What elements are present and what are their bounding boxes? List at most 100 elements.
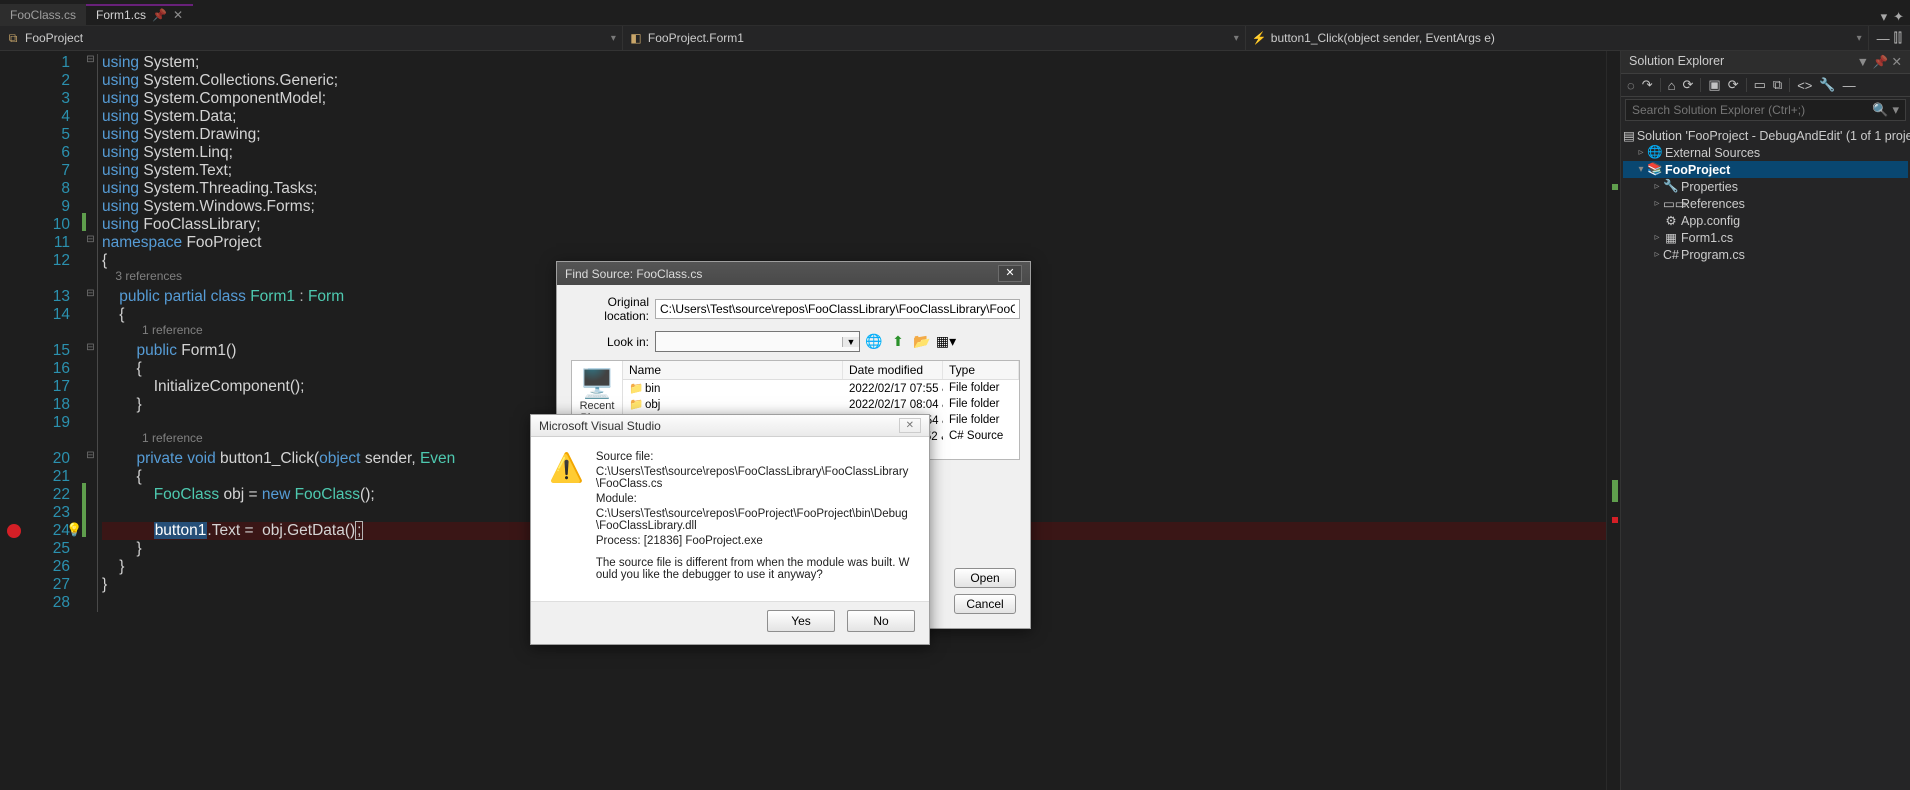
code-row[interactable]: using System.Threading.Tasks; (102, 180, 1620, 198)
code-row[interactable]: using System.Drawing; (102, 126, 1620, 144)
fold-toggle[interactable]: ⊟ (84, 234, 97, 252)
orig-location-input[interactable] (655, 299, 1020, 319)
code-row[interactable]: using System.Linq; (102, 144, 1620, 162)
code-row[interactable]: using FooClassLibrary; (102, 216, 1620, 234)
code-row[interactable]: using System.Windows.Forms; (102, 198, 1620, 216)
collapse-icon[interactable]: ▭ (1754, 77, 1766, 93)
tree-node[interactable]: ▹🌐External Sources (1623, 144, 1908, 161)
type-dropdown[interactable]: ◧ FooProject.Form1 ▾ (623, 26, 1246, 50)
pin-icon[interactable]: 📌 (152, 8, 167, 22)
tree-node[interactable]: ▹🔧Properties (1623, 178, 1908, 195)
tree-node[interactable]: ▾📚FooProject (1623, 161, 1908, 178)
back-icon[interactable]: ◌ (1627, 78, 1635, 93)
col-date[interactable]: Date modified (843, 361, 943, 379)
look-in-dropdown[interactable]: ▼ (655, 331, 860, 352)
fold-toggle[interactable] (84, 378, 97, 396)
fold-toggle[interactable] (84, 108, 97, 126)
fold-toggle[interactable] (84, 594, 97, 612)
back-icon[interactable]: 🌐 (864, 332, 884, 352)
no-button[interactable]: No (847, 610, 915, 632)
close-icon[interactable]: ✕ (899, 418, 921, 433)
refresh-icon[interactable]: ⟳ (1728, 77, 1739, 93)
properties-icon[interactable]: 🔧 (1819, 77, 1835, 93)
breakpoint-icon[interactable] (7, 524, 21, 538)
fold-toggle[interactable]: ⊟ (84, 342, 97, 360)
tree-node[interactable]: ▹▦Form1.cs (1623, 229, 1908, 246)
preview-icon[interactable]: — (1843, 78, 1856, 93)
solution-tree[interactable]: ▤Solution 'FooProject - DebugAndEdit' (1… (1621, 123, 1910, 790)
chevron-down-icon[interactable]: ▾ (1892, 102, 1899, 118)
col-name[interactable]: Name (623, 361, 843, 379)
dialog-titlebar[interactable]: Microsoft Visual Studio ✕ (531, 415, 929, 437)
code-row[interactable]: using System.Collections.Generic; (102, 72, 1620, 90)
chevron-down-icon[interactable]: ▼ (842, 337, 859, 347)
search-icon[interactable]: 🔍 (1872, 102, 1888, 118)
expander-icon[interactable]: ▹ (1651, 181, 1663, 192)
fold-toggle[interactable] (84, 306, 97, 324)
member-dropdown[interactable]: ⚡ button1_Click(object sender, EventArgs… (1246, 26, 1869, 50)
fold-toggle[interactable] (84, 252, 97, 270)
tree-node[interactable]: ⚙App.config (1623, 212, 1908, 229)
pin-icon[interactable]: ▼ 📌 ✕ (1857, 54, 1902, 70)
split-vertical-icon[interactable]: ⫿⫿ (1894, 30, 1902, 46)
code-row[interactable]: using System.Text; (102, 162, 1620, 180)
code-row[interactable]: using System.Data; (102, 108, 1620, 126)
file-row[interactable]: 📁bin2022/02/17 07:55 بFile folder (623, 380, 1019, 396)
fold-toggle[interactable] (84, 414, 97, 432)
file-row[interactable]: 📁obj2022/02/17 08:04 بFile folder (623, 396, 1019, 412)
fold-toggle[interactable]: ⊟ (84, 54, 97, 72)
code-row[interactable]: namespace FooProject (102, 234, 1620, 252)
tab-form1[interactable]: Form1.cs 📌 ✕ (86, 4, 193, 25)
tree-node[interactable]: ▹C#Program.cs (1623, 246, 1908, 263)
home-icon[interactable]: ⌂ (1668, 78, 1676, 93)
overview-ruler[interactable] (1606, 51, 1620, 790)
search-input[interactable] (1632, 103, 1872, 117)
yes-button[interactable]: Yes (767, 610, 835, 632)
view-code-icon[interactable]: <> (1797, 78, 1812, 93)
cancel-button[interactable]: Cancel (954, 594, 1016, 614)
fold-toggle[interactable] (84, 126, 97, 144)
col-type[interactable]: Type (943, 361, 1019, 379)
sync-icon[interactable]: ⟳ (1683, 77, 1694, 93)
fold-toggle[interactable] (84, 396, 97, 414)
dialog-titlebar[interactable]: Find Source: FooClass.cs ✕ (557, 262, 1030, 285)
look-in-label: Look in: (571, 335, 649, 349)
tree-node[interactable]: ▤Solution 'FooProject - DebugAndEdit' (1… (1623, 127, 1908, 144)
new-folder-icon[interactable]: 📂 (912, 332, 932, 352)
fold-toggle[interactable]: ⊟ (84, 288, 97, 306)
code-row[interactable]: using System.ComponentModel; (102, 90, 1620, 108)
open-button[interactable]: Open (954, 568, 1016, 588)
fold-toggle[interactable] (84, 360, 97, 378)
tab-overflow-icon[interactable]: ▾ (1881, 9, 1888, 25)
expander-icon[interactable]: ▹ (1651, 232, 1663, 243)
fold-toggle[interactable] (84, 144, 97, 162)
fold-toggle[interactable] (84, 558, 97, 576)
fold-toggle[interactable] (84, 540, 97, 558)
se-search[interactable]: 🔍 ▾ (1625, 99, 1906, 121)
fold-toggle[interactable] (84, 90, 97, 108)
expander-icon[interactable]: ▹ (1635, 147, 1647, 158)
code-row[interactable]: using System; (102, 54, 1620, 72)
close-icon[interactable]: ✕ (998, 265, 1022, 282)
recent-places-icon[interactable]: 🖥️ (572, 367, 622, 400)
window-split-icon[interactable]: ✦ (1893, 9, 1904, 25)
tree-node[interactable]: ▹▭▭References (1623, 195, 1908, 212)
lightbulb-icon[interactable]: 💡 (66, 523, 82, 537)
fold-toggle[interactable] (84, 180, 97, 198)
expander-icon[interactable]: ▹ (1651, 198, 1663, 209)
views-icon[interactable]: ▦▾ (936, 332, 956, 352)
showall-icon[interactable]: ⧉ (1773, 77, 1782, 93)
fold-toggle[interactable] (84, 576, 97, 594)
expander-icon[interactable]: ▾ (1635, 164, 1647, 175)
fold-toggle[interactable] (84, 72, 97, 90)
expander-icon[interactable]: ▹ (1651, 249, 1663, 260)
up-folder-icon[interactable]: ⬆ (888, 332, 908, 352)
fold-toggle[interactable]: ⊟ (84, 450, 97, 468)
tab-fooclass[interactable]: FooClass.cs (0, 4, 86, 25)
forward-icon[interactable]: ↷ (1642, 77, 1653, 93)
split-horizontal-icon[interactable]: — (1877, 31, 1890, 46)
close-icon[interactable]: ✕ (173, 8, 183, 22)
fold-toggle[interactable] (84, 162, 97, 180)
pending-icon[interactable]: ▣ (1708, 77, 1720, 93)
scope-dropdown[interactable]: ⧉ FooProject ▾ (0, 26, 623, 50)
